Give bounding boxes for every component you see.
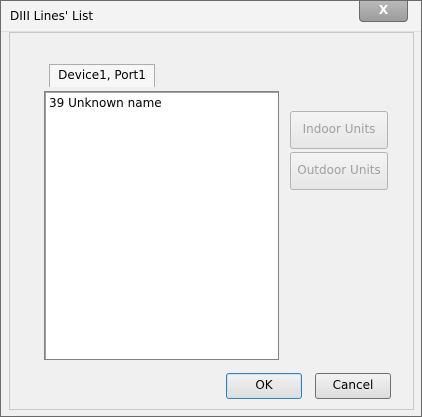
indoor-units-button[interactable]: Indoor Units <box>290 111 388 149</box>
title-bar[interactable]: DIII Lines' List X <box>1 1 421 32</box>
list-item[interactable]: 39 Unknown name <box>49 96 162 110</box>
close-icon: X <box>378 3 389 17</box>
close-button[interactable]: X <box>359 1 408 22</box>
dialog-window: DIII Lines' List X Device1, Port1 39 Unk… <box>0 0 422 417</box>
cancel-button[interactable]: Cancel <box>315 373 391 399</box>
window-title: DIII Lines' List <box>10 9 94 23</box>
tab-device1-port1[interactable]: Device1, Port1 <box>49 64 155 87</box>
lines-listbox[interactable]: 39 Unknown name <box>44 91 279 360</box>
ok-button[interactable]: OK <box>226 373 302 399</box>
outdoor-units-button[interactable]: Outdoor Units <box>290 152 388 190</box>
